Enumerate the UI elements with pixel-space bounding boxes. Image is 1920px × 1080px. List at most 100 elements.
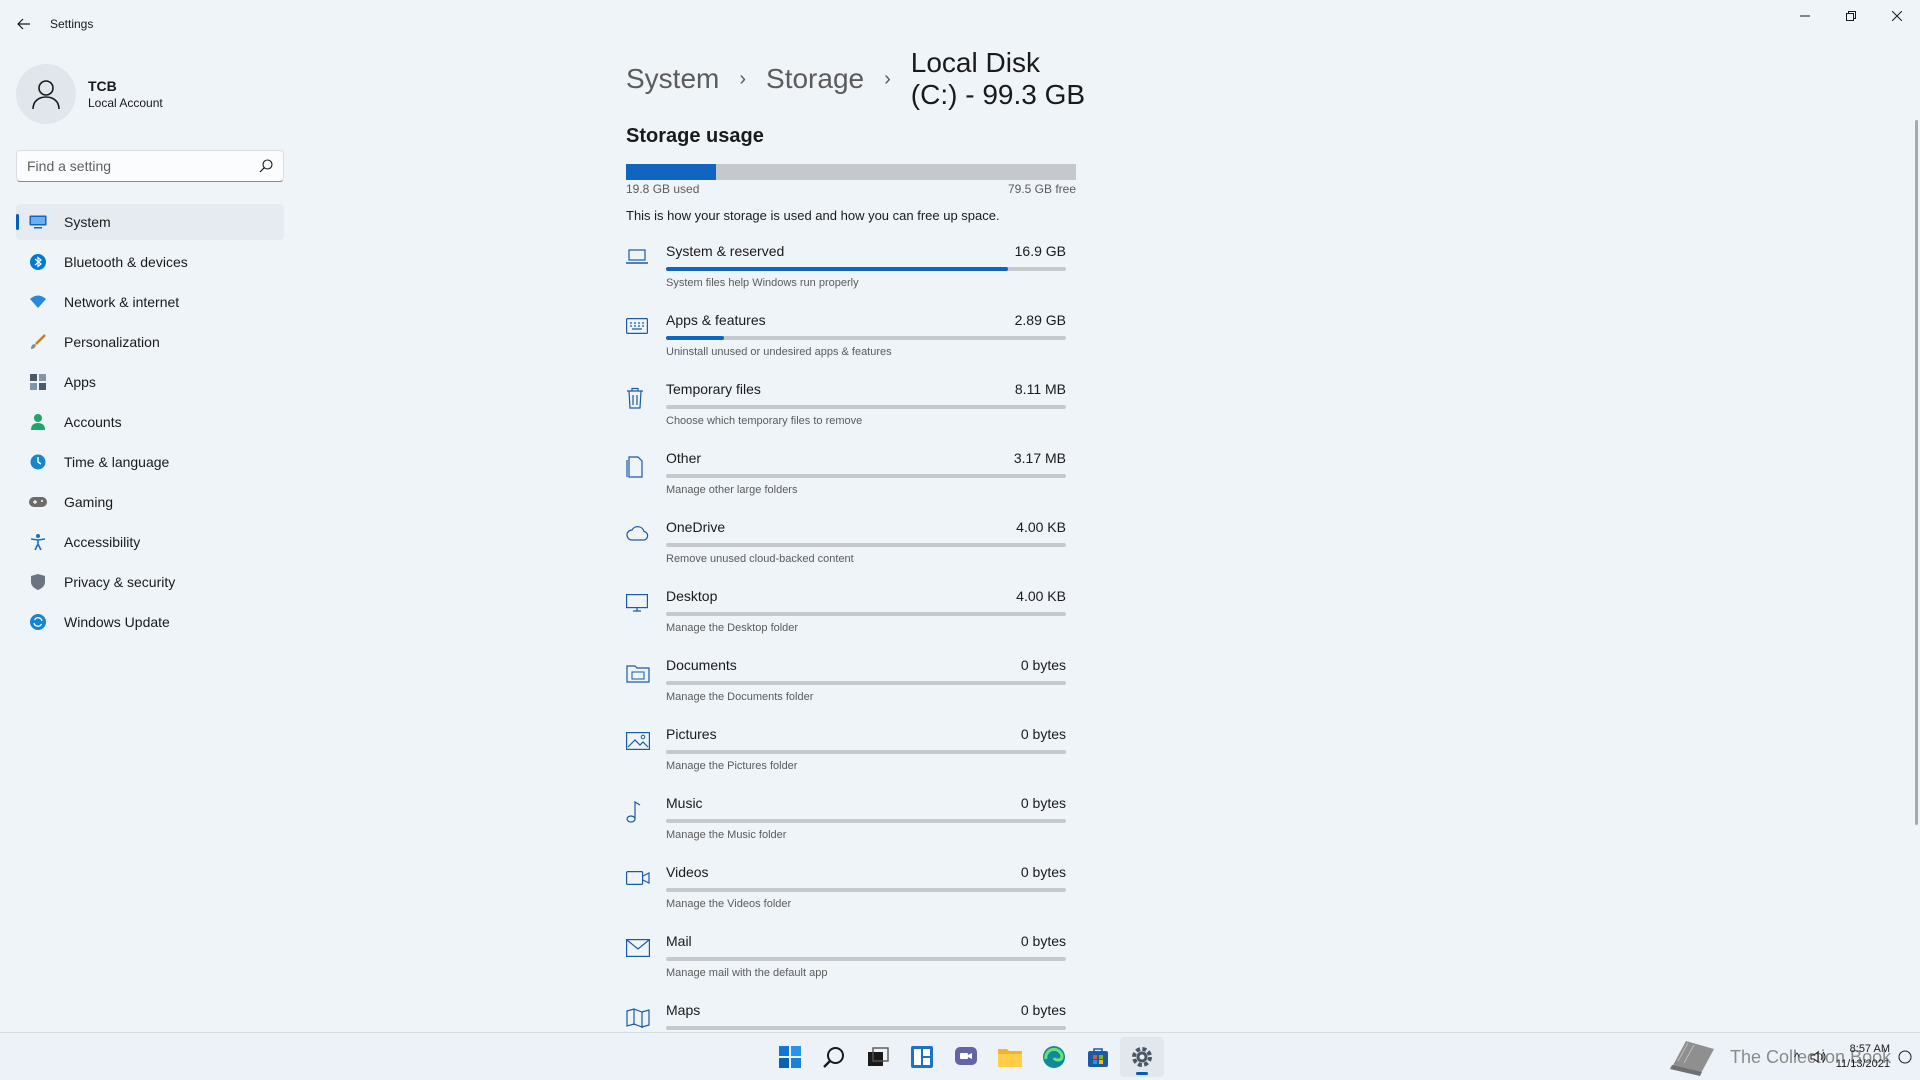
storage-category-onedrive[interactable]: OneDrive 4.00 KB Remove unused cloud-backe… bbox=[626, 511, 1086, 575]
page-title: Local Disk (C:) - 99.3 GB bbox=[910, 48, 1086, 110]
category-description: Manage other large folders bbox=[666, 484, 798, 496]
storage-category-mail[interactable]: Mail 0 bytes Manage mail with the default … bbox=[626, 925, 1086, 989]
storage-category-music[interactable]: Music 0 bytes Manage the Music folder bbox=[626, 787, 1086, 851]
free-label: 79.5 GB free bbox=[1007, 182, 1076, 196]
monitor-icon bbox=[28, 212, 48, 232]
breadcrumb-system[interactable]: System bbox=[626, 63, 719, 95]
category-usage-bar bbox=[666, 267, 1066, 271]
nav-list: System Bluetooth & devices Network & inter… bbox=[16, 204, 284, 640]
music-note-icon bbox=[626, 795, 666, 851]
sidebar-item-time-and-language[interactable]: Time & language bbox=[16, 444, 284, 480]
speaker-icon[interactable] bbox=[1810, 1050, 1826, 1064]
search-icon[interactable] bbox=[259, 159, 273, 173]
system-tray: ^ 8:57 AM 11/13/2021 bbox=[1794, 1033, 1912, 1080]
storage-category-documents[interactable]: Documents 0 bytes Manage the Documents fol… bbox=[626, 649, 1086, 713]
taskbar-widgets-button[interactable] bbox=[900, 1037, 944, 1077]
storage-category-system-and-reserved[interactable]: System & reserved 16.9 GB System files hel… bbox=[626, 235, 1086, 299]
globe-clock-icon bbox=[28, 452, 48, 472]
category-description: Choose which temporary files to remove bbox=[666, 415, 863, 427]
category-size: 3.17 MB bbox=[1013, 450, 1066, 466]
category-name: Pictures bbox=[666, 726, 717, 742]
video-icon bbox=[626, 864, 666, 920]
sidebar-item-label: Apps bbox=[64, 374, 96, 390]
category-size: 0 bytes bbox=[1020, 726, 1066, 742]
storage-category-other[interactable]: Other 3.17 MB Manage other large folders bbox=[626, 442, 1086, 506]
sidebar-item-apps[interactable]: Apps bbox=[16, 364, 284, 400]
sidebar-item-network-and-internet[interactable]: Network & internet bbox=[16, 284, 284, 320]
category-description: Manage the Music folder bbox=[666, 829, 787, 841]
settings-icon bbox=[1131, 1046, 1153, 1068]
sidebar-item-system[interactable]: System bbox=[16, 204, 284, 240]
chevron-up-icon[interactable]: ^ bbox=[1794, 1050, 1800, 1064]
storage-category-videos[interactable]: Videos 0 bytes Manage the Videos folder bbox=[626, 856, 1086, 920]
sidebar-item-accounts[interactable]: Accounts bbox=[16, 404, 284, 440]
widgets-icon bbox=[911, 1046, 933, 1068]
taskbar-task-view-button[interactable] bbox=[856, 1037, 900, 1077]
document-icon bbox=[626, 450, 666, 506]
category-usage-bar bbox=[666, 888, 1066, 892]
category-name: Apps & features bbox=[666, 312, 766, 328]
storage-category-list: System & reserved 16.9 GB System files hel… bbox=[626, 235, 1086, 1033]
main-content: System › Storage › Local Disk (C:) - 99.… bbox=[626, 48, 1086, 1033]
chevron-right-icon: › bbox=[884, 67, 891, 90]
sidebar-item-label: Accounts bbox=[64, 414, 122, 430]
profile-name: TCB bbox=[88, 78, 117, 94]
category-size: 0 bytes bbox=[1020, 795, 1066, 811]
clock-time: 8:57 AM bbox=[1849, 1043, 1890, 1055]
restore-icon bbox=[1846, 11, 1856, 21]
clock-date: 11/13/2021 bbox=[1835, 1058, 1890, 1070]
taskbar-settings-button[interactable] bbox=[1120, 1037, 1164, 1077]
taskbar-store-button[interactable] bbox=[1076, 1037, 1120, 1077]
shield-icon bbox=[28, 572, 48, 592]
keyboard-icon bbox=[626, 312, 666, 368]
search-input[interactable] bbox=[27, 158, 273, 174]
taskbar-search-button[interactable] bbox=[812, 1037, 856, 1077]
taskbar-edge-button[interactable] bbox=[1032, 1037, 1076, 1077]
taskbar-apps bbox=[768, 1033, 1164, 1080]
apps-icon bbox=[28, 372, 48, 392]
sidebar-item-label: Accessibility bbox=[64, 534, 141, 550]
sidebar-item-bluetooth-and-devices[interactable]: Bluetooth & devices bbox=[16, 244, 284, 280]
breadcrumb-storage[interactable]: Storage bbox=[766, 63, 864, 95]
sidebar-item-privacy-and-security[interactable]: Privacy & security bbox=[16, 564, 284, 600]
user-profile[interactable]: TCB Local Account bbox=[16, 54, 284, 134]
taskbar-windows-start-button[interactable] bbox=[768, 1037, 812, 1077]
storage-category-temporary-files[interactable]: Temporary files 8.11 MB Choose which tempo… bbox=[626, 373, 1086, 437]
taskbar-chat-button[interactable] bbox=[944, 1037, 988, 1077]
close-icon bbox=[1892, 11, 1902, 21]
scrollbar[interactable] bbox=[1915, 120, 1918, 825]
back-button[interactable] bbox=[0, 0, 48, 48]
windows-start-icon bbox=[779, 1046, 801, 1068]
category-name: Videos bbox=[666, 864, 709, 880]
storage-category-desktop[interactable]: Desktop 4.00 KB Manage the Desktop folder bbox=[626, 580, 1086, 644]
brush-icon bbox=[28, 332, 48, 352]
category-usage-bar bbox=[666, 819, 1066, 823]
sidebar-item-accessibility[interactable]: Accessibility bbox=[16, 524, 284, 560]
notification-icon[interactable] bbox=[1898, 1050, 1912, 1064]
sidebar-item-label: Windows Update bbox=[64, 614, 170, 630]
taskbar-file-explorer-button[interactable] bbox=[988, 1037, 1032, 1077]
close-button[interactable] bbox=[1874, 0, 1920, 32]
clock[interactable]: 8:57 AM 11/13/2021 bbox=[1836, 1042, 1890, 1072]
sidebar-item-gaming[interactable]: Gaming bbox=[16, 484, 284, 520]
storage-category-pictures[interactable]: Pictures 0 bytes Manage the Pictures folde… bbox=[626, 718, 1086, 782]
storage-category-maps[interactable]: Maps 0 bytes bbox=[626, 994, 1086, 1033]
folder-documents-icon bbox=[626, 657, 666, 713]
sidebar-item-windows-update[interactable]: Windows Update bbox=[16, 604, 284, 640]
category-name: Desktop bbox=[666, 588, 718, 604]
update-icon bbox=[28, 612, 48, 632]
sidebar-item-personalization[interactable]: Personalization bbox=[16, 324, 284, 360]
category-name: Mail bbox=[666, 933, 692, 949]
category-usage-bar bbox=[666, 1026, 1066, 1030]
search-box[interactable] bbox=[16, 150, 284, 182]
restore-button[interactable] bbox=[1828, 0, 1874, 32]
category-description: Manage the Pictures folder bbox=[666, 760, 798, 772]
picture-icon bbox=[626, 726, 666, 782]
category-description: System files help Windows run properly bbox=[666, 277, 859, 289]
category-name: System & reserved bbox=[666, 243, 785, 259]
category-size: 0 bytes bbox=[1020, 933, 1066, 949]
person-avatar-icon bbox=[32, 80, 60, 109]
minimize-button[interactable] bbox=[1782, 0, 1828, 32]
category-description: Manage the Documents folder bbox=[666, 691, 814, 703]
storage-category-apps-and-features[interactable]: Apps & features 2.89 GB Uninstall unused o… bbox=[626, 304, 1086, 368]
